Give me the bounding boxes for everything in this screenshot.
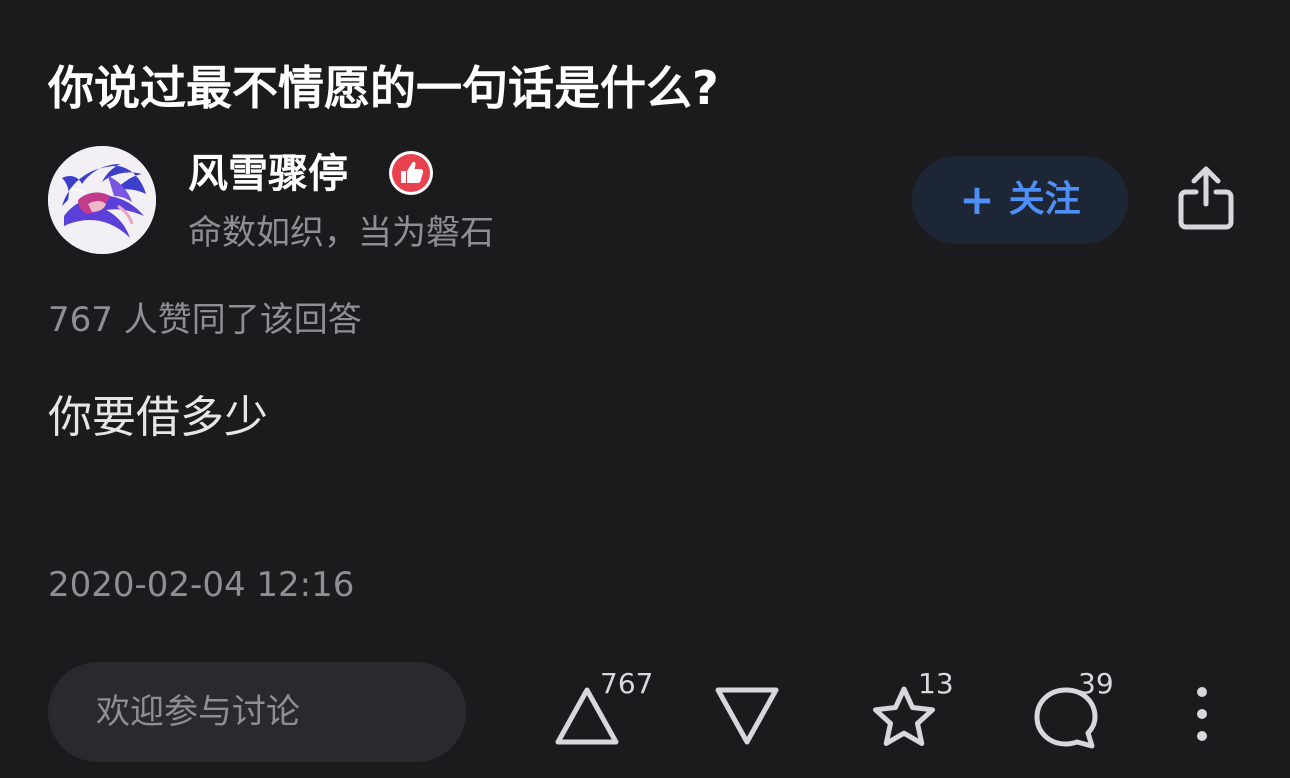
follow-label: 关注 bbox=[1008, 179, 1081, 220]
author-name[interactable]: 风雪骤停 bbox=[188, 148, 348, 200]
comment-button[interactable]: 39 bbox=[1030, 668, 1120, 752]
downvote-button[interactable] bbox=[712, 682, 782, 752]
author-avatar[interactable] bbox=[48, 146, 156, 254]
comment-placeholder: 欢迎参与讨论 bbox=[96, 692, 300, 732]
upvote-summary: 767 人赞同了该回答 bbox=[48, 300, 362, 340]
share-button[interactable] bbox=[1176, 164, 1236, 232]
more-button[interactable] bbox=[1186, 684, 1218, 744]
answer-content: 你要借多少 bbox=[48, 392, 268, 443]
upvote-button[interactable]: 767 bbox=[552, 668, 662, 750]
comment-input[interactable]: 欢迎参与讨论 bbox=[48, 662, 466, 762]
upvote-count: 767 bbox=[600, 667, 654, 700]
more-icon bbox=[1197, 687, 1207, 741]
plus-icon: + bbox=[959, 175, 995, 224]
author-bio: 命数如织，当为磐石 bbox=[188, 213, 494, 253]
favorite-button[interactable]: 13 bbox=[868, 668, 958, 752]
share-icon bbox=[1178, 166, 1234, 230]
favorite-count: 13 bbox=[918, 667, 954, 700]
downvote-icon bbox=[715, 687, 779, 745]
answer-timestamp: 2020-02-04 12:16 bbox=[48, 565, 355, 605]
avatar-illustration bbox=[48, 146, 156, 254]
question-title[interactable]: 你说过最不情愿的一句话是什么? bbox=[48, 56, 719, 120]
thumbs-up-badge-icon bbox=[389, 151, 433, 195]
follow-button[interactable]: + 关注 bbox=[912, 156, 1128, 244]
comment-count: 39 bbox=[1078, 667, 1114, 700]
